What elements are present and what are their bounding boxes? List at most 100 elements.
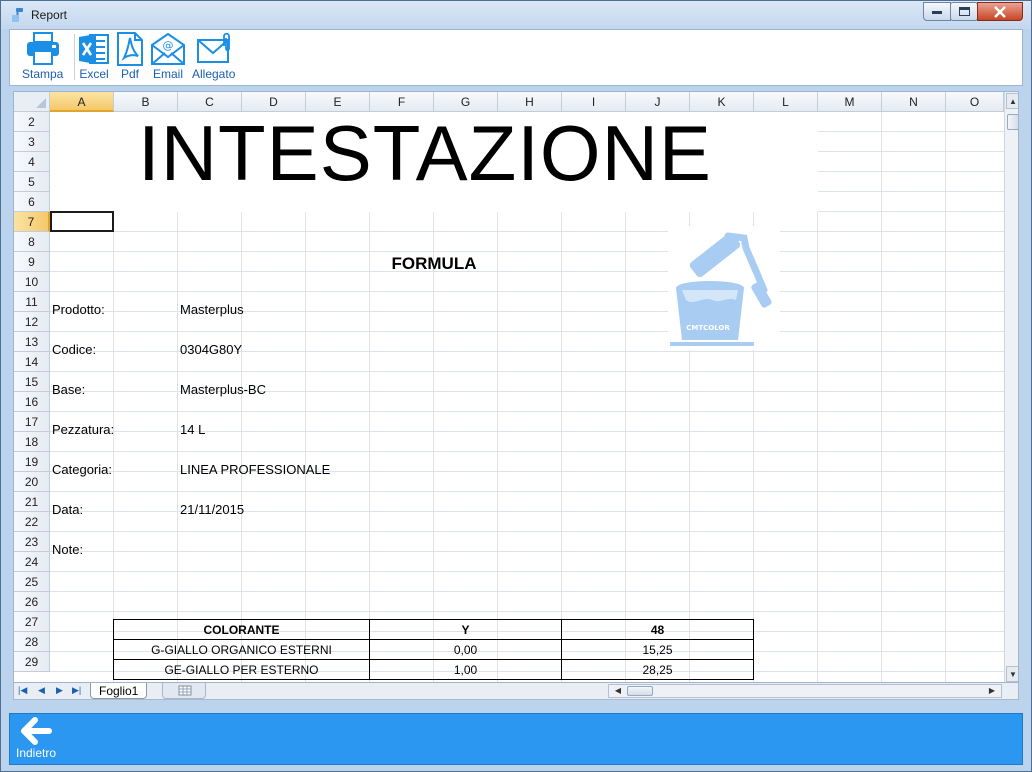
table-cell: 15,25 (561, 639, 754, 660)
toolbar-separator (74, 34, 75, 80)
toolbar: Stampa Excel Pdf @ Email Allegato (9, 29, 1023, 86)
field-value: 21/11/2015 (180, 502, 245, 517)
paint-bucket-roller-icon: CMTCOLOR (670, 232, 772, 346)
close-icon (994, 5, 1006, 18)
row-header[interactable]: 10 (14, 272, 50, 292)
field-value: Masterplus (180, 302, 244, 317)
table-cell: G-GIALLO ORGANICO ESTERNI (113, 639, 370, 660)
column-header[interactable]: A (50, 92, 114, 112)
row-header[interactable]: 29 (14, 652, 50, 672)
arrow-left-icon (21, 717, 53, 745)
column-header[interactable]: L (754, 92, 818, 112)
table-cell: 1,00 (369, 659, 562, 680)
pdf-label: Pdf (120, 67, 139, 81)
row-header[interactable]: 6 (14, 192, 50, 212)
excel-button[interactable]: Excel (78, 32, 110, 81)
table-row: GE-GIALLO PER ESTERNO 1,00 28,25 (113, 659, 754, 680)
printer-icon (26, 32, 59, 65)
email-icon: @ (151, 32, 185, 65)
first-sheet-icon[interactable]: |◀ (18, 685, 27, 696)
row-header[interactable]: 26 (14, 592, 50, 612)
field-value: 14 L (180, 422, 206, 437)
scroll-left-button[interactable]: ◀ (611, 685, 625, 697)
field-value: 0304G80Y (180, 342, 243, 357)
row-header[interactable]: 9 (14, 252, 50, 272)
attachment-button[interactable]: Allegato (192, 32, 235, 81)
row-header[interactable]: 12 (14, 312, 50, 332)
excel-icon (79, 34, 109, 64)
column-header[interactable]: O (946, 92, 1004, 112)
field-label: Base: (52, 382, 86, 397)
svg-text:@: @ (163, 39, 174, 52)
prev-sheet-icon[interactable]: ◀ (38, 685, 45, 696)
field-label: Codice: (52, 342, 97, 357)
scroll-down-button[interactable]: ▼ (1006, 666, 1018, 682)
vertical-scrollbar[interactable]: ▲ ▼ (1004, 92, 1018, 682)
spreadsheet[interactable]: ABCDEFGHIJKLMNO 2 3 4 5 6 7 8 9 10 11 12 13 14 15 16 17… (13, 91, 1019, 683)
back-button[interactable]: Indietro (16, 716, 56, 760)
row-header[interactable]: 22 (14, 512, 50, 532)
row-header[interactable]: 13 (14, 332, 50, 352)
email-label: Email (152, 67, 183, 81)
row-header[interactable]: 20 (14, 472, 50, 492)
attachment-icon (196, 32, 230, 63)
table-cell: 0,00 (369, 639, 562, 660)
new-sheet-tab[interactable] (162, 683, 206, 699)
row-header[interactable]: 17 (14, 412, 50, 432)
email-button[interactable]: @ Email (150, 32, 186, 81)
field-label: Note: (52, 542, 84, 557)
maximize-button[interactable] (950, 2, 978, 21)
vertical-scroll-thumb[interactable] (1007, 114, 1018, 130)
maximize-icon (958, 7, 970, 16)
sheet-tab[interactable]: Foglio1 (90, 683, 148, 699)
print-label: Stampa (22, 67, 64, 81)
horizontal-scrollbar[interactable]: ◀ ▶ (608, 684, 1002, 698)
row-header[interactable]: 28 (14, 632, 50, 652)
bottom-bar: Indietro (9, 713, 1023, 765)
last-sheet-icon[interactable]: ▶| (72, 685, 81, 696)
column-header[interactable]: N (882, 92, 946, 112)
next-sheet-icon[interactable]: ▶ (56, 685, 63, 696)
window-title: Report (31, 8, 68, 22)
close-button[interactable] (977, 2, 1023, 21)
paint-roller-icon (12, 8, 23, 22)
minimize-icon (932, 10, 942, 14)
selected-cell[interactable] (50, 211, 114, 232)
print-button[interactable]: Stampa (22, 32, 63, 81)
row-header[interactable]: 23 (14, 532, 50, 552)
row-header[interactable]: 7 (14, 212, 50, 232)
row-header[interactable]: 25 (14, 572, 50, 592)
select-all-corner[interactable] (14, 92, 50, 112)
row-header[interactable]: 4 (14, 152, 50, 172)
scroll-right-button[interactable]: ▶ (985, 685, 999, 697)
column-header[interactable]: M (818, 92, 882, 112)
report-window: Report Stampa Excel Pdf @ Email Allegato… (0, 0, 1032, 772)
row-header[interactable]: 14 (14, 352, 50, 372)
minimize-button[interactable] (923, 2, 951, 21)
row-header[interactable]: 5 (14, 172, 50, 192)
insert-sheet-icon (178, 685, 192, 696)
table-header: Y (369, 619, 562, 640)
row-header[interactable]: 19 (14, 452, 50, 472)
field-label: Pezzatura: (52, 422, 115, 437)
row-header[interactable]: 8 (14, 232, 50, 252)
scroll-up-button[interactable]: ▲ (1006, 93, 1018, 109)
row-header[interactable]: 21 (14, 492, 50, 512)
row-header[interactable]: 27 (14, 612, 50, 632)
pdf-button[interactable]: Pdf (116, 32, 144, 81)
field-value: Masterplus-BC (180, 382, 266, 397)
row-header[interactable]: 2 (14, 112, 50, 132)
row-header[interactable]: 24 (14, 552, 50, 572)
row-header[interactable]: 18 (14, 432, 50, 452)
row-header[interactable]: 15 (14, 372, 50, 392)
row-header[interactable]: 16 (14, 392, 50, 412)
field-label: Categoria: (52, 462, 112, 477)
horizontal-scroll-thumb[interactable] (627, 686, 653, 696)
table-cell: 28,25 (561, 659, 754, 680)
table-header-row: COLORANTE Y 48 (113, 619, 754, 640)
colorant-table: COLORANTE Y 48 G-GIALLO ORGANICO ESTERNI… (113, 619, 754, 680)
row-header[interactable]: 3 (14, 132, 50, 152)
attachment-label: Allegato (192, 67, 236, 81)
report-heading: INTESTAZIONE (138, 109, 712, 197)
row-header[interactable]: 11 (14, 292, 50, 312)
